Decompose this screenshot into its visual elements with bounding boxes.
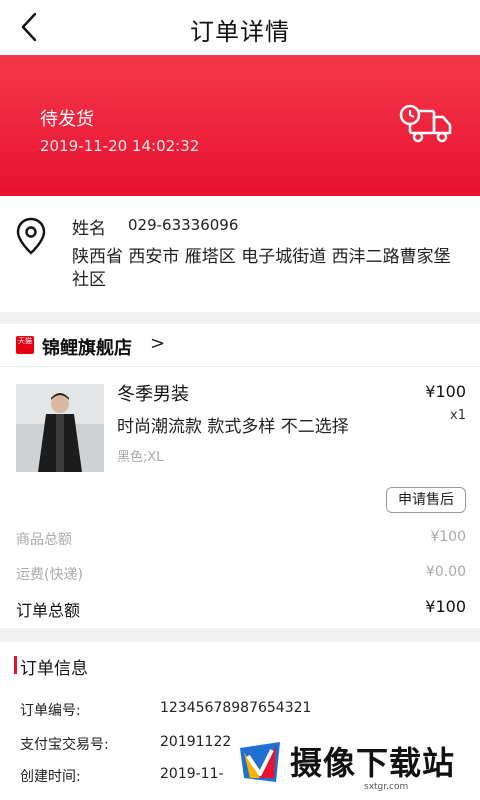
order-status-label: 待发货: [40, 109, 94, 130]
section-divider: [0, 312, 480, 324]
watermark: 摄像下载站 sxtgr.com: [232, 732, 480, 800]
order-number-label: 订单编号:: [20, 703, 81, 719]
store-name[interactable]: 锦鲤旗舰店: [42, 334, 132, 360]
divider: [0, 366, 480, 367]
order-total-label: 订单总额: [16, 601, 81, 620]
created-time-value: 2019-11-: [160, 766, 224, 782]
store-card: 天猫 锦鲤旗舰店 > 冬季男装 时尚潮流款 款式多样 不二选择 黑色;XL ¥1…: [0, 324, 480, 628]
shipping-fee-label: 运费(快递): [16, 567, 83, 583]
recipient-name: 姓名: [72, 219, 106, 239]
watermark-text: 摄像下载站: [290, 744, 456, 782]
address-detail: 陕西省 西安市 雁塔区 电子城街道 西沣二路曹家堡社区: [72, 247, 451, 290]
product-description: 时尚潮流款 款式多样 不二选择: [117, 417, 349, 437]
shipping-address[interactable]: 姓名 029-63336096 陕西省 西安市 雁塔区 电子城街道 西沣二路曹家…: [0, 196, 480, 312]
goods-total-value: ¥100: [430, 529, 466, 545]
location-pin-icon: [16, 217, 46, 255]
recipient-phone: 029-63336096: [128, 216, 239, 234]
page-title: 订单详情: [190, 18, 290, 46]
order-status-time: 2019-11-20 14:02:32: [40, 137, 200, 155]
chevron-right-icon[interactable]: >: [150, 333, 165, 354]
alipay-trade-value: 20191122: [160, 734, 232, 750]
product-title[interactable]: 冬季男装: [117, 380, 189, 406]
delivery-truck-icon: [399, 104, 452, 143]
nav-bar: 订单详情: [0, 0, 480, 55]
order-status-banner: 待发货 2019-11-20 14:02:32: [0, 55, 480, 196]
section-accent-bar: [14, 656, 17, 674]
product-spec: 黑色;XL: [117, 450, 164, 465]
created-time-label: 创建时间:: [20, 769, 81, 785]
section-divider: [0, 628, 480, 642]
watermark-url: sxtgr.com: [364, 782, 409, 792]
order-number-value: 12345678987654321: [160, 700, 312, 716]
alipay-trade-label: 支付宝交易号:: [20, 737, 109, 753]
goods-total-label: 商品总额: [16, 532, 72, 548]
tmall-logo-icon: 天猫: [16, 336, 34, 354]
after-sale-button[interactable]: 申请售后: [386, 487, 466, 513]
shipping-fee-value: ¥0.00: [425, 564, 466, 580]
product-price: ¥100: [425, 382, 466, 401]
order-total-value: ¥100: [425, 597, 466, 616]
product-image[interactable]: [16, 384, 104, 472]
order-info-title: 订单信息: [20, 659, 88, 679]
product-quantity: x1: [450, 408, 466, 423]
watermark-logo-icon: [240, 742, 280, 782]
